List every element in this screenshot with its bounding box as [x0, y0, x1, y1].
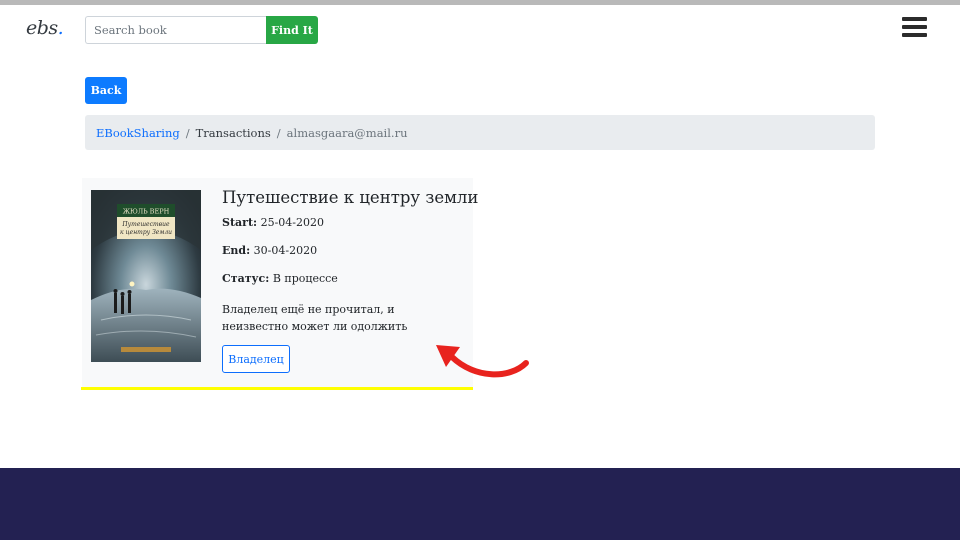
start-date-field: Start: 25-04-2020 — [222, 216, 324, 229]
book-title: Путешествие к центру земли — [222, 188, 479, 207]
cover-title-line1: Путешествие — [121, 221, 170, 228]
status-label: Статус: — [222, 272, 270, 285]
back-button[interactable]: Back — [85, 77, 127, 104]
breadcrumb-home-link[interactable]: EBookSharing — [96, 126, 180, 140]
owner-button[interactable]: Владелец — [222, 345, 290, 373]
end-date-field: End: 30-04-2020 — [222, 244, 317, 257]
footer-band — [0, 468, 960, 540]
logo-text: ebs — [26, 17, 58, 39]
cover-author-text: ЖЮЛЬ ВЕРН — [123, 208, 170, 216]
transaction-description: Владелец ещё не прочитал, и неизвестно м… — [222, 303, 408, 333]
status-value: В процессе — [272, 272, 338, 285]
start-date-value: 25-04-2020 — [260, 216, 325, 229]
start-date-label: Start: — [222, 216, 258, 229]
search-input[interactable] — [85, 16, 267, 44]
breadcrumb-user-email: almasgaara@mail.ru — [286, 125, 408, 140]
annotation-arrow-icon — [436, 345, 529, 378]
hamburger-menu-icon[interactable] — [902, 17, 927, 39]
status-field: Статус: В процессе — [222, 272, 338, 285]
find-it-button[interactable]: Find It — [266, 16, 318, 44]
logo[interactable]: ebs. — [26, 17, 64, 39]
navbar: ebs. Find It — [0, 5, 960, 55]
logo-dot: . — [57, 17, 64, 39]
end-date-label: End: — [222, 244, 251, 257]
breadcrumb-transactions: Transactions — [195, 125, 271, 140]
cover-title-line2: к центру Земли — [120, 229, 172, 236]
book-cover-image[interactable]: ЖЮЛЬ ВЕРН Путешествие к центру Земли — [91, 190, 201, 362]
breadcrumb-separator: / — [276, 125, 281, 140]
highlight-underline — [81, 387, 473, 390]
breadcrumb-separator: / — [185, 125, 190, 140]
end-date-value: 30-04-2020 — [253, 244, 318, 257]
breadcrumb: EBookSharing / Transactions / almasgaara… — [85, 115, 875, 150]
